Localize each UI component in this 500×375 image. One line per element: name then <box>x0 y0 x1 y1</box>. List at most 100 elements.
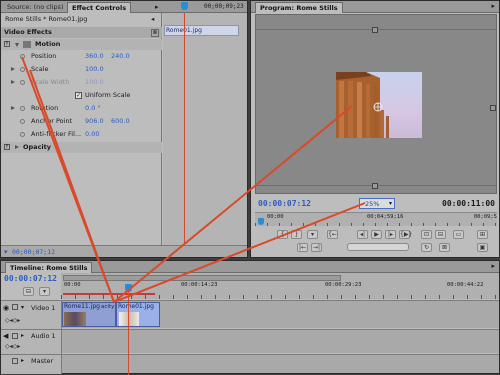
timeline-panel: Timeline: Rome Stills ▸ 00:00:07:12 ⊟ ▾ … <box>0 260 500 375</box>
lift-icon[interactable]: ⊡ <box>421 230 432 239</box>
transport-controls: { } ▾ {← ◂| ▶ |▸ {▶} ⊡ ⊟ ▭ ⊞ |← →| ↻ ⊠ ▣ <box>255 228 497 256</box>
chevron-down-icon: ▾ <box>388 200 392 207</box>
program-current-timecode[interactable]: 00:00:07:12 <box>258 199 311 208</box>
marker-icon[interactable]: ▾ <box>307 230 318 239</box>
mini-timecode: 00;00;09;23 <box>204 3 244 10</box>
play-in-out-icon[interactable]: {▶} <box>399 230 412 239</box>
go-to-in-point-icon[interactable]: |← <box>297 243 308 252</box>
expand-opacity-icon[interactable] <box>15 145 19 149</box>
track-master[interactable]: ▸ Master <box>1 354 499 374</box>
trim-icon[interactable]: ⊠ <box>439 243 450 252</box>
program-duration: 00:00:11:00 <box>442 199 495 208</box>
work-area-bar[interactable] <box>63 275 341 281</box>
expand-rotation-icon[interactable] <box>11 106 15 110</box>
stopwatch-icon[interactable] <box>20 67 25 72</box>
program-ruler[interactable]: 00;00 00;04;59;16 00;09;5 <box>255 212 497 226</box>
mini-timeline[interactable]: Rome01.jpg <box>163 13 247 245</box>
tab-timeline[interactable]: Timeline: Rome Stills <box>5 262 93 273</box>
tab-effect-controls[interactable]: Effect Controls <box>67 2 132 13</box>
expand-scale-icon[interactable] <box>11 67 15 71</box>
collapse-icon[interactable]: ◂ <box>151 14 154 25</box>
track-header: ▸ Master <box>1 355 62 374</box>
loop-icon[interactable]: ↻ <box>421 243 432 252</box>
track-video-1[interactable]: ◉ ▾ Video 1 ◇◂◇▸ Rome11.jpg acity Rome01… <box>1 300 499 329</box>
extract-icon[interactable]: ⊟ <box>435 230 446 239</box>
shuttle-slider[interactable] <box>347 243 409 251</box>
track-audio-1[interactable]: ◀ ▸ Audio 1 ◇◂◇▸ <box>1 329 499 354</box>
frame-handle[interactable] <box>372 183 378 189</box>
stopwatch-icon[interactable] <box>20 119 25 124</box>
set-in-icon[interactable]: { <box>277 230 288 239</box>
property-row-position[interactable]: Position 360.0 240.0 <box>1 51 162 62</box>
panel-menu-icon[interactable]: ▸ <box>491 2 495 10</box>
zoom-level-dropdown[interactable]: 25% ▾ <box>359 198 395 209</box>
video-effects-header: Video Effects ⊗ <box>1 27 162 38</box>
timeline-ruler[interactable]: 00:00 00:00:14:23 00:00:29:23 00:00:44:2… <box>61 273 499 299</box>
step-back-icon[interactable]: ◂| <box>357 230 368 239</box>
step-forward-icon[interactable]: |▸ <box>385 230 396 239</box>
rome-image[interactable] <box>336 72 422 138</box>
go-to-out-point-icon[interactable]: →| <box>311 243 322 252</box>
playhead-marker-icon[interactable] <box>181 2 188 10</box>
motion-row[interactable]: f Motion <box>1 39 162 50</box>
motion-effect-icon <box>23 41 31 48</box>
frame-handle[interactable] <box>490 105 496 111</box>
frame-handle[interactable] <box>372 27 378 33</box>
lock-icon[interactable] <box>12 333 18 339</box>
output-icon[interactable]: ▭ <box>453 230 464 239</box>
expand-track-icon[interactable]: ▾ <box>21 304 24 311</box>
go-to-in-icon[interactable]: {← <box>327 230 338 239</box>
clip-thumbnail <box>119 312 139 326</box>
uniform-scale-checkbox[interactable]: ✓ <box>75 92 82 99</box>
snap-icon[interactable]: ⊟ <box>23 287 34 296</box>
effect-status-bar: ▾ 00;00;07;12 <box>1 245 247 257</box>
property-row-rotation[interactable]: Rotation 0.0 ° <box>1 103 162 114</box>
property-row-anchor-point[interactable]: Anchor Point 906.0 600.0 <box>1 116 162 127</box>
timeline-playhead-line[interactable] <box>128 291 129 375</box>
opacity-row[interactable]: f Opacity <box>1 142 162 153</box>
expand-motion-icon[interactable] <box>15 43 19 47</box>
export-frame-icon[interactable]: ▣ <box>477 243 488 252</box>
mini-clip-bar[interactable]: Rome01.jpg <box>164 25 239 36</box>
play-indicator-icon[interactable]: ▾ <box>4 248 8 256</box>
fx-toggle-icon[interactable]: f <box>4 144 10 150</box>
program-monitor-panel: Program: Rome Stills ▸ 00:00:07:12 25% ▾… <box>250 0 500 258</box>
stopwatch-icon[interactable] <box>20 106 25 111</box>
tab-source[interactable]: Source: (no clips) <box>3 2 68 12</box>
program-viewer[interactable] <box>255 14 497 194</box>
render-bar <box>63 293 155 295</box>
keyframe-nav-icon[interactable]: ◇◂◇▸ <box>5 317 20 324</box>
keyframe-nav-icon[interactable]: ◇◂◇▸ <box>5 343 20 350</box>
property-row-uniform-scale[interactable]: ✓ Uniform Scale <box>1 90 162 101</box>
panel-menu-icon[interactable]: ▸ <box>491 262 495 270</box>
eye-icon[interactable]: ◉ <box>3 304 9 312</box>
effect-controls-panel: Source: (no clips) Effect Controls ▸ 00;… <box>0 0 248 258</box>
expand-scale-width-icon[interactable] <box>11 80 15 84</box>
clip-rome11[interactable]: Rome11.jpg acity <box>62 302 116 327</box>
stopwatch-icon[interactable] <box>20 132 25 137</box>
fx-toggle-icon[interactable]: f <box>4 41 10 47</box>
timeline-timecode[interactable]: 00:00:07:12 <box>4 274 57 283</box>
program-timecode-row: 00:00:07:12 25% ▾ 00:00:11:00 <box>255 197 497 211</box>
ruler-ticks <box>255 223 497 226</box>
track-header: ◉ ▾ Video 1 ◇◂◇▸ <box>1 301 62 329</box>
clip-rome01[interactable]: Rome01.jpg <box>116 302 160 327</box>
expand-track-icon[interactable]: ▸ <box>21 357 24 364</box>
program-tabbar: Program: Rome Stills ▸ <box>251 1 499 13</box>
safe-margins-icon[interactable]: ⊞ <box>477 230 488 239</box>
lock-icon[interactable] <box>12 304 18 310</box>
speaker-icon[interactable]: ◀ <box>3 332 8 340</box>
effect-tabbar: Source: (no clips) Effect Controls ▸ 00;… <box>1 1 247 13</box>
panel-menu-icon[interactable]: ▸ <box>155 3 159 11</box>
play-icon[interactable]: ▶ <box>371 230 382 239</box>
clip-thumbnail <box>64 312 86 326</box>
tab-program[interactable]: Program: Rome Stills <box>255 2 343 13</box>
set-out-icon[interactable]: } <box>291 230 302 239</box>
expand-track-icon[interactable]: ▸ <box>21 332 24 339</box>
stopwatch-icon[interactable] <box>20 54 25 59</box>
property-row-anti-flicker[interactable]: Anti-flicker Fil... 0.00 <box>1 129 162 140</box>
section-collapse-icon[interactable]: ⊗ <box>151 29 159 37</box>
set-marker-icon[interactable]: ▾ <box>39 287 50 296</box>
property-row-scale[interactable]: Scale 100.0 <box>1 64 162 75</box>
lock-icon[interactable] <box>12 358 18 364</box>
